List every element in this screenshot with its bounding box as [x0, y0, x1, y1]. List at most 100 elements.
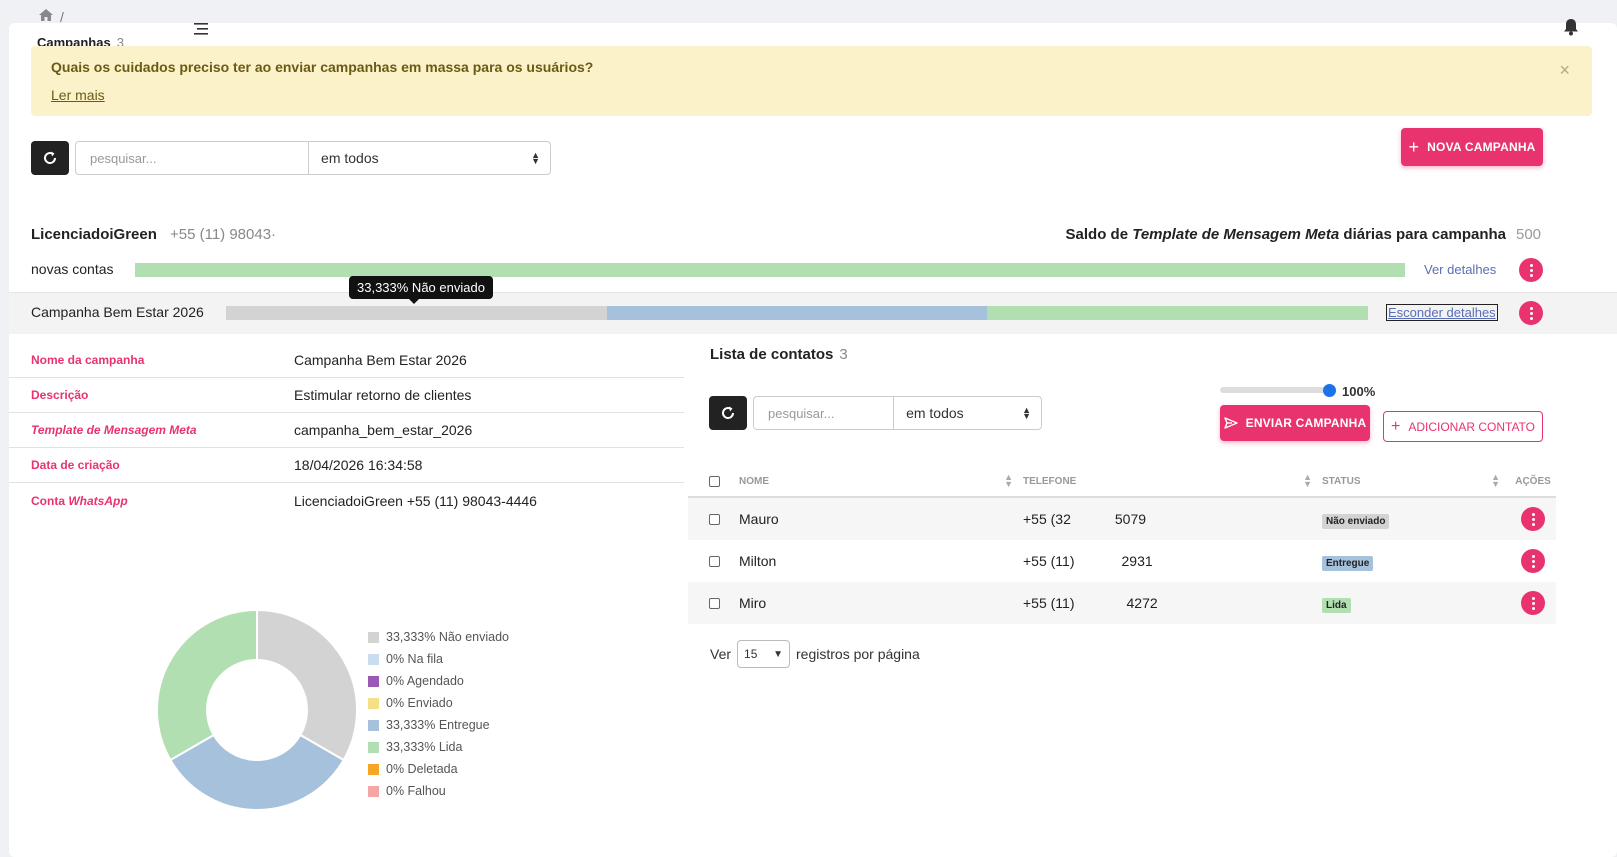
- actions-cell: [1510, 591, 1556, 615]
- menu-toggle-icon[interactable]: [194, 20, 210, 41]
- campaign-label: Campanha Bem Estar 2026: [31, 304, 204, 320]
- col-phone-label: TELEFONE: [1023, 475, 1077, 487]
- col-name[interactable]: NOME ▲ ▼: [739, 472, 1023, 489]
- status-cell: Entregue: [1322, 553, 1510, 571]
- legend-label: 0% Deletada: [386, 762, 458, 776]
- sort-icon: ▲ ▼: [1303, 472, 1312, 489]
- status-badge: Entregue: [1322, 556, 1374, 571]
- detail-row: Nome da campanha Campanha Bem Estar 2026: [9, 343, 684, 378]
- col-phone[interactable]: TELEFONE ▲ ▼: [1023, 472, 1322, 489]
- kebab-icon: [1531, 512, 1535, 527]
- progress-segment-not-sent[interactable]: [226, 306, 607, 320]
- search-input[interactable]: pesquisar...: [76, 142, 310, 174]
- account-name: LicenciadoiGreen: [31, 226, 157, 243]
- detail-value: Campanha Bem Estar 2026: [294, 352, 467, 368]
- legend-item[interactable]: 0% Falhou: [368, 780, 509, 802]
- slider-handle[interactable]: [1323, 384, 1336, 397]
- legend-item[interactable]: 33,333% Entregue: [368, 714, 509, 736]
- row-checkbox[interactable]: [709, 513, 720, 525]
- select-all-checkbox[interactable]: [709, 475, 720, 487]
- per-page-value: 15: [744, 647, 758, 661]
- status-donut-chart: [156, 608, 358, 811]
- legend-item[interactable]: 33,333% Não enviado: [368, 626, 509, 648]
- send-rate-slider[interactable]: [1220, 387, 1332, 393]
- campaign-menu-button[interactable]: [1519, 301, 1543, 325]
- sort-icon: ▲ ▼: [1004, 472, 1013, 489]
- contacts-refresh-button[interactable]: [709, 396, 747, 430]
- row-check-cell: [688, 597, 739, 609]
- add-contact-button[interactable]: + ADICIONAR CONTATO: [1383, 411, 1543, 442]
- per-page-select[interactable]: 15 ▼: [737, 640, 791, 668]
- table-row: Mauro +55 (32 5079 Não enviado: [688, 498, 1556, 540]
- kebab-icon: [1531, 596, 1535, 611]
- donut-slice-lida[interactable]: [156, 608, 258, 762]
- progress-segment-read[interactable]: [987, 306, 1369, 320]
- phone-part-b: 4272: [1126, 595, 1158, 611]
- legend-item[interactable]: 0% Deletada: [368, 758, 509, 780]
- contact-name: Mauro: [739, 511, 779, 527]
- refresh-icon: [44, 151, 57, 164]
- legend-label: 33,333% Não enviado: [386, 630, 510, 644]
- view-details-link[interactable]: Ver detalhes: [1424, 262, 1496, 277]
- legend-label: 0% Enviado: [386, 696, 453, 710]
- detail-key-em: WhatsApp: [68, 493, 128, 508]
- col-actions: AÇÕES: [1510, 476, 1556, 487]
- per-page-prefix: Ver: [710, 646, 732, 662]
- contact-phone: +55 (11) 2931: [1023, 553, 1322, 569]
- legend-item[interactable]: 33,333% Lida: [368, 736, 509, 758]
- legend-item[interactable]: 0% Enviado: [368, 692, 509, 714]
- row-menu-button[interactable]: [1521, 507, 1545, 531]
- new-campaign-button[interactable]: + NOVA CAMPANHA: [1401, 128, 1543, 166]
- row-checkbox[interactable]: [709, 597, 720, 609]
- kebab-icon: [1529, 263, 1533, 278]
- row-checkbox[interactable]: [709, 555, 720, 567]
- col-name-label: NOME: [739, 475, 769, 487]
- donut-slice-não-enviado[interactable]: [256, 608, 358, 762]
- send-icon: [1223, 417, 1238, 429]
- send-campaign-label: ENVIAR CAMPANHA: [1245, 416, 1367, 430]
- chart-legend: 33,333% Não enviado 0% Na fila 0% Agendado…: [368, 626, 509, 802]
- select-all-cell: [688, 475, 739, 487]
- group-menu-button[interactable]: [1519, 258, 1543, 282]
- phone-part-a: +55 (32: [1023, 511, 1071, 527]
- detail-value: LicenciadoiGreen +55 (11) 98043-4446: [294, 492, 537, 509]
- contacts-filter-value: em todos: [906, 405, 964, 421]
- kebab-icon: [1529, 306, 1533, 321]
- detail-key-prefix: Conta: [31, 493, 65, 508]
- legend-label: 0% Na fila: [386, 652, 443, 666]
- row-menu-button[interactable]: [1521, 591, 1545, 615]
- contacts-title-text: Lista de contatos: [710, 346, 834, 363]
- progress-segment-delivered[interactable]: [606, 306, 988, 320]
- contacts-search-group: pesquisar... em todos ▲ ▼: [753, 396, 1042, 430]
- new-campaign-label: NOVA CAMPANHA: [1427, 140, 1536, 154]
- detail-key: Conta WhatsApp: [9, 494, 294, 508]
- group-label-novas-contas: novas contas: [31, 261, 114, 277]
- contacts-count: 3: [839, 346, 848, 363]
- row-menu-button[interactable]: [1521, 549, 1545, 573]
- phone-part-b: 2931: [1121, 553, 1153, 569]
- table-row: Miro +55 (11) 4272 Lida: [688, 582, 1556, 624]
- detail-key: Nome da campanha: [31, 353, 145, 367]
- detail-row: Data de criação 18/04/2026 16:34:58: [9, 448, 684, 483]
- campaign-progress-bar: [226, 306, 1369, 320]
- filter-select[interactable]: em todos ▲ ▼: [309, 142, 550, 174]
- detail-key: Data de criação: [31, 458, 120, 472]
- close-icon[interactable]: ×: [1559, 60, 1570, 81]
- legend-item[interactable]: 0% Agendado: [368, 670, 509, 692]
- account-phone: +55 (11) 98043·: [170, 226, 277, 243]
- donut-slice-entregue[interactable]: [169, 733, 345, 811]
- send-campaign-button[interactable]: ENVIAR CAMPANHA: [1220, 405, 1370, 441]
- table-header: NOME ▲ ▼ TELEFONE ▲ ▼ STATUS ▲ ▼ AÇÕES: [688, 466, 1556, 498]
- legend-label: 33,333% Entregue: [386, 718, 490, 732]
- alert-question: Quais os cuidados preciso ter ao enviar …: [51, 59, 594, 75]
- hide-details-link[interactable]: Esconder detalhes: [1386, 304, 1498, 321]
- alert-read-more-link[interactable]: Ler mais: [51, 87, 105, 103]
- refresh-button[interactable]: [31, 141, 69, 175]
- campaign-details: Nome da campanha Campanha Bem Estar 2026…: [9, 343, 684, 518]
- contacts-filter-select[interactable]: em todos ▲ ▼: [894, 397, 1041, 429]
- legend-item[interactable]: 0% Na fila: [368, 648, 509, 670]
- col-status[interactable]: STATUS ▲ ▼: [1322, 473, 1510, 489]
- add-contact-label: ADICIONAR CONTATO: [1408, 419, 1536, 434]
- bell-icon[interactable]: [1563, 18, 1579, 41]
- contacts-search-input[interactable]: pesquisar...: [754, 397, 895, 429]
